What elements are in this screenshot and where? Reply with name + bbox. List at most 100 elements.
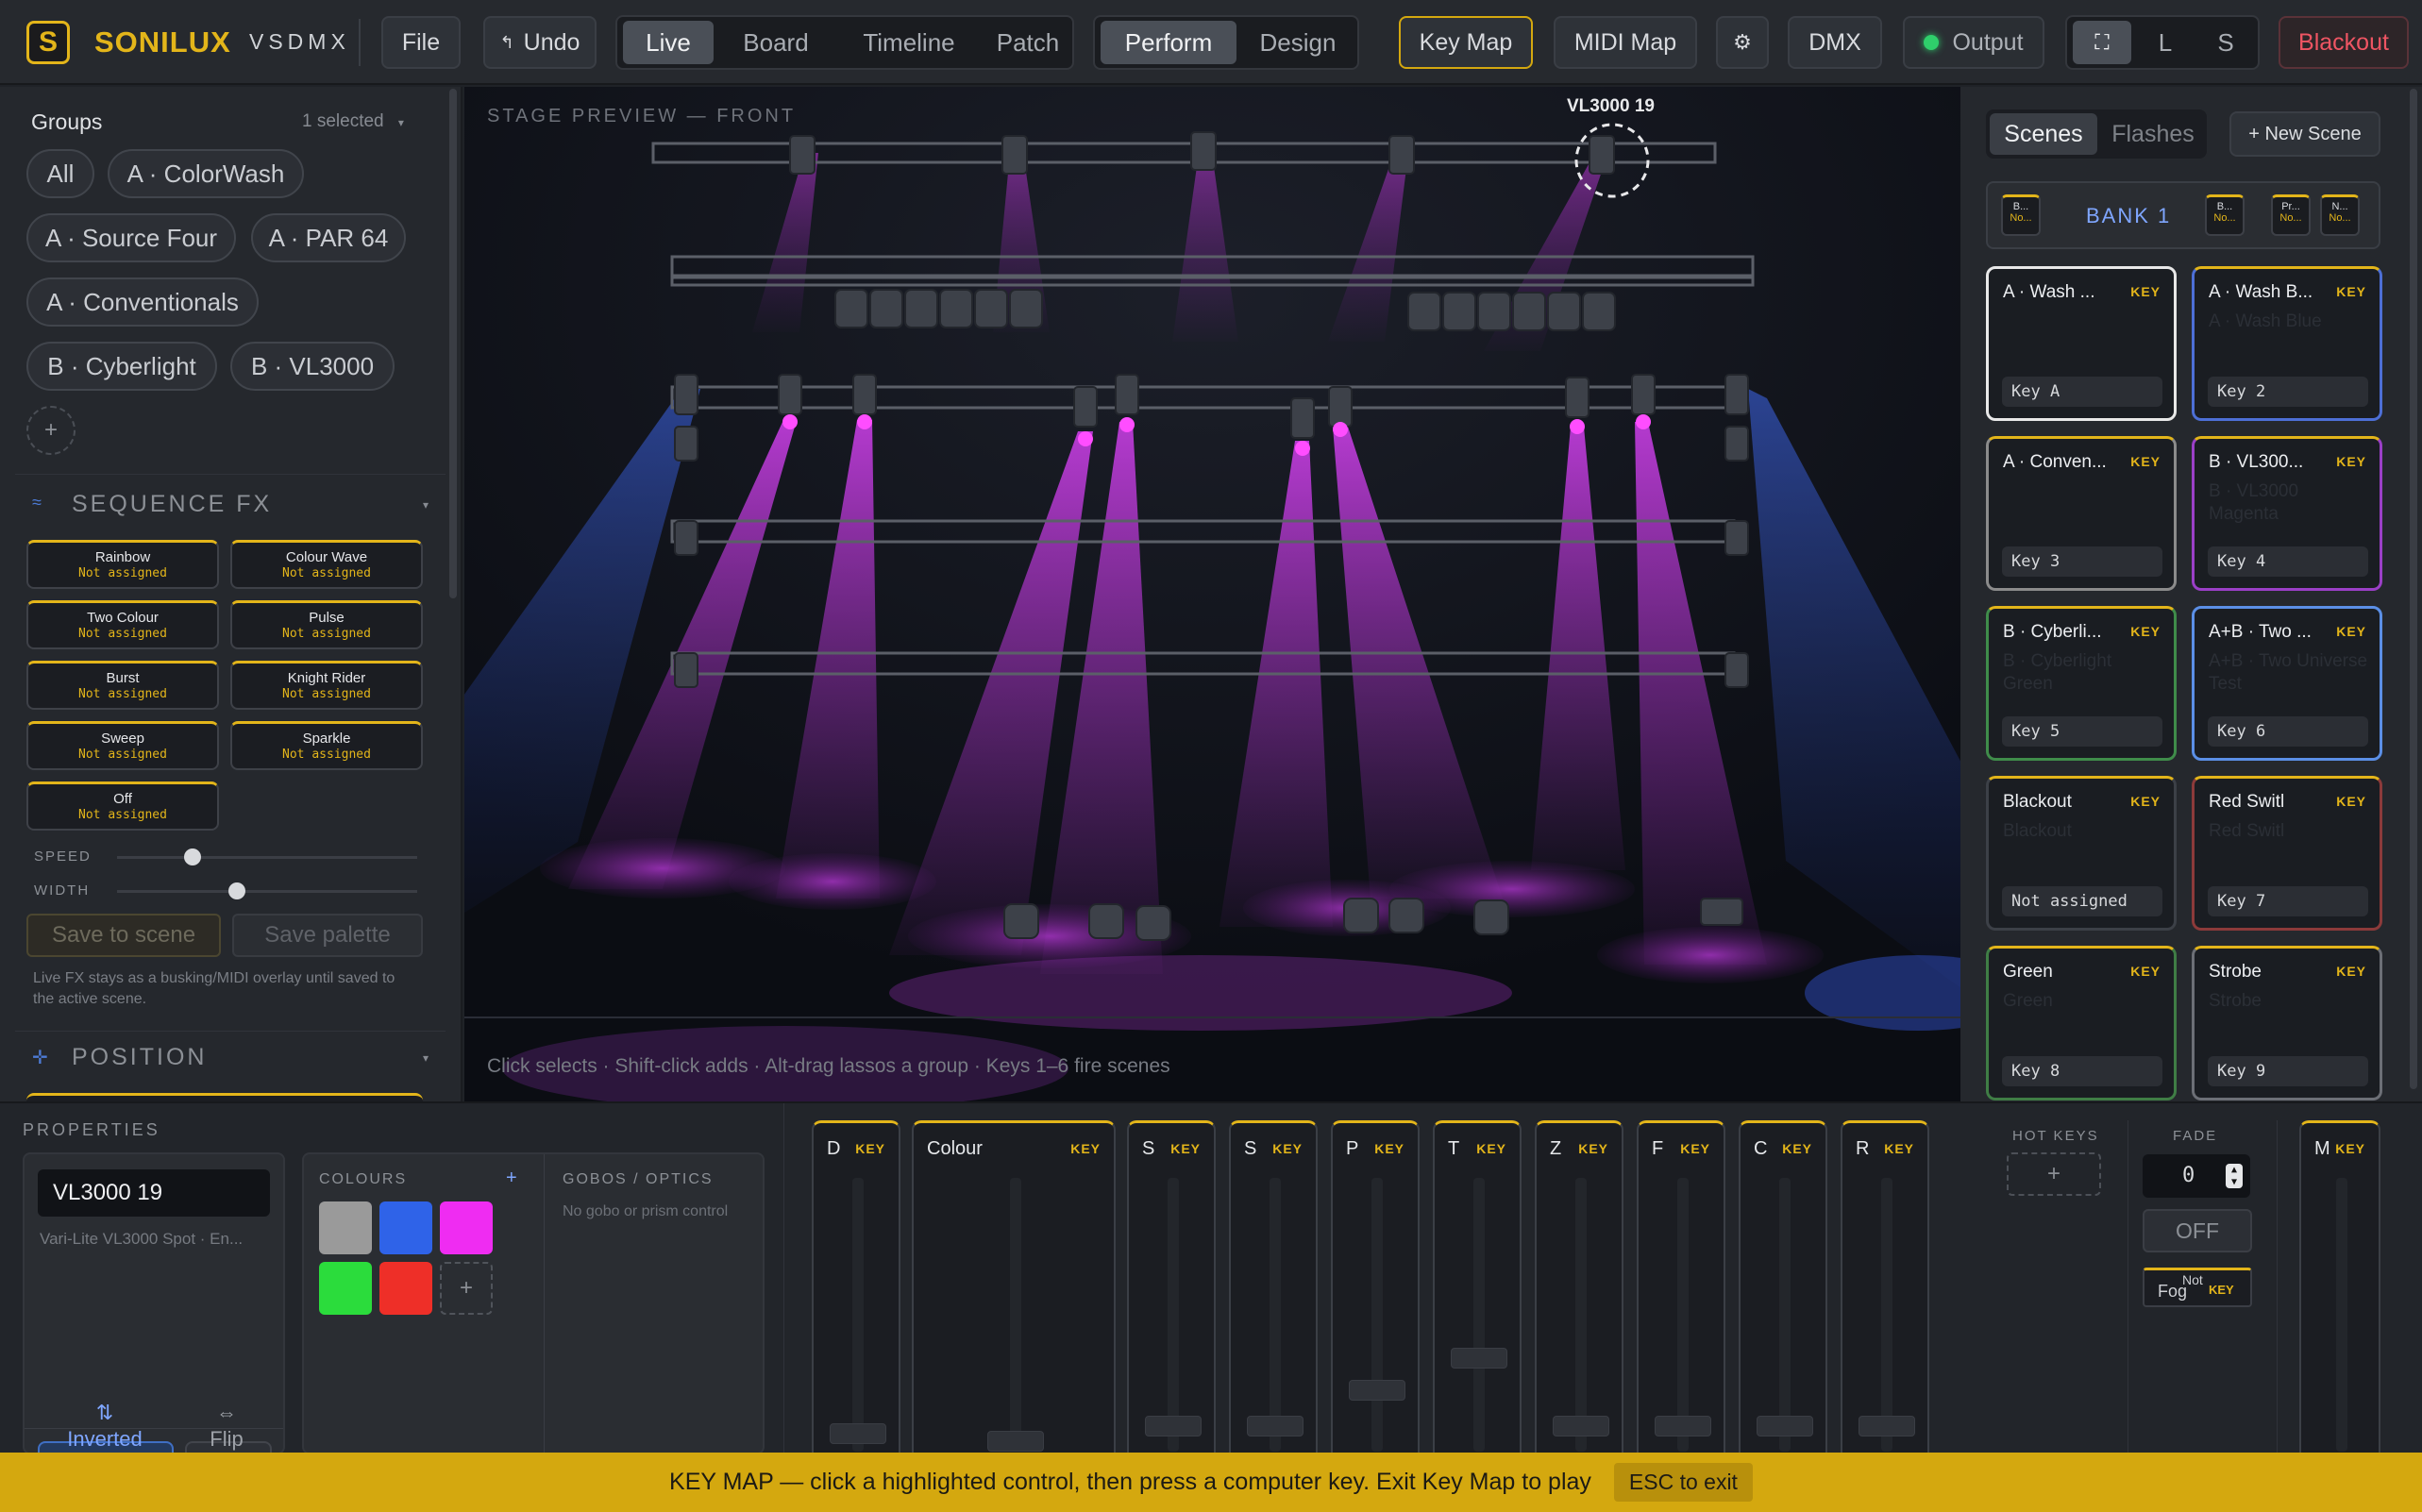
fader-thumb[interactable]	[1553, 1416, 1609, 1436]
fx-two-colour[interactable]: Two Colour Not assigned	[26, 600, 219, 649]
tab-fullscreen[interactable]: ⛶	[2073, 21, 2131, 64]
scene-key-binding[interactable]: Key 5	[2002, 716, 2162, 747]
fader-track[interactable]	[1473, 1178, 1485, 1452]
tab-large[interactable]: L	[2137, 21, 2194, 64]
new-scene-button[interactable]: + New Scene	[2229, 111, 2380, 157]
channel-fader[interactable]: P KEY	[1331, 1120, 1420, 1454]
add-hot-key-button[interactable]: +	[2007, 1152, 2101, 1196]
add-group-button[interactable]: +	[26, 406, 76, 455]
bank-mini-slot[interactable]: Pr... No...	[2271, 194, 2311, 236]
fx-off[interactable]: Off Not assigned	[26, 781, 219, 831]
scene-key-binding[interactable]: Key A	[2002, 377, 2162, 407]
add-colour-icon[interactable]: +	[506, 1168, 517, 1189]
bank-mini-slot[interactable]: B... No...	[2205, 194, 2245, 236]
scene-card[interactable]: Blackout KEY Blackout Not assigned	[1986, 776, 2177, 931]
channel-fader[interactable]: C KEY	[1739, 1120, 1827, 1454]
stage-canvas[interactable]	[464, 87, 1960, 1101]
esc-exit-button[interactable]: ESC to exit	[1613, 1463, 1753, 1502]
fader-track[interactable]	[1168, 1178, 1179, 1452]
groups-selected-count[interactable]: 1 selected ▾	[302, 111, 404, 132]
right-scrollbar[interactable]	[2410, 89, 2417, 1089]
scene-card[interactable]: A+B · Two ... KEY A+B · Two Universe Test K…	[2192, 606, 2382, 761]
speed-slider-thumb[interactable]	[184, 848, 201, 865]
scene-card[interactable]: A · Wash ... KEY Key A	[1986, 266, 2177, 421]
undo-button[interactable]: ↰ Undo	[483, 16, 597, 69]
fixture-name-field[interactable]: VL3000 19	[38, 1169, 270, 1217]
tab-live[interactable]: Live	[623, 21, 714, 64]
channel-fader[interactable]: Z KEY	[1535, 1120, 1623, 1454]
colour-swatch-green[interactable]	[319, 1262, 372, 1315]
colour-swatch-blue[interactable]	[379, 1201, 432, 1254]
scene-card[interactable]: Green KEY Green Key 8	[1986, 946, 2177, 1100]
channel-fader[interactable]: R KEY	[1841, 1120, 1929, 1454]
channel-fader[interactable]: T KEY	[1433, 1120, 1522, 1454]
save-to-scene-button[interactable]: Save to scene	[26, 914, 221, 957]
bank-mini-slot[interactable]: B... No...	[2001, 194, 2041, 236]
width-slider-thumb[interactable]	[228, 882, 245, 899]
fader-thumb[interactable]	[987, 1431, 1044, 1452]
colour-swatch-grey[interactable]	[319, 1201, 372, 1254]
sequence-fx-header[interactable]: ≈ SEQUENCE FX ▾	[32, 491, 429, 523]
fader-track[interactable]	[852, 1178, 864, 1452]
bank-title[interactable]: BANK 1	[2086, 204, 2171, 228]
fader-track[interactable]	[1779, 1178, 1791, 1452]
master-fader[interactable]: M KEY	[2299, 1120, 2380, 1454]
fx-rainbow[interactable]: Rainbow Not assigned	[26, 540, 219, 589]
settings-button[interactable]: ⚙	[1716, 16, 1769, 69]
group-a-par-64[interactable]: A · PAR 64	[251, 213, 406, 262]
save-palette-button[interactable]: Save palette	[232, 914, 423, 957]
colour-swatch-red[interactable]	[379, 1262, 432, 1315]
tab-timeline[interactable]: Timeline	[838, 21, 980, 64]
fader-thumb[interactable]	[1247, 1416, 1304, 1436]
fx-sparkle[interactable]: Sparkle Not assigned	[230, 721, 423, 770]
scene-key-binding[interactable]: Key 3	[2002, 546, 2162, 577]
scene-key-binding[interactable]: Key 8	[2002, 1056, 2162, 1086]
scene-key-binding[interactable]: Key 2	[2208, 377, 2368, 407]
file-button[interactable]: File	[381, 16, 461, 69]
scene-key-binding[interactable]: Not assigned	[2002, 886, 2162, 916]
tab-patch[interactable]: Patch	[987, 21, 1068, 64]
group-b-vl3000[interactable]: B · VL3000	[230, 342, 395, 391]
key-map-button[interactable]: Key Map	[1399, 16, 1533, 69]
group-a-colorwash[interactable]: A · ColorWash	[108, 149, 304, 198]
fader-thumb[interactable]	[1757, 1416, 1813, 1436]
fx-knight-rider[interactable]: Knight Rider Not assigned	[230, 661, 423, 710]
group-a-source-four[interactable]: A · Source Four	[26, 213, 236, 262]
scene-card[interactable]: A · Wash B... KEY A · Wash Blue Key 2	[2192, 266, 2382, 421]
fader-thumb[interactable]	[1145, 1416, 1202, 1436]
tab-perform[interactable]: Perform	[1101, 21, 1236, 64]
tab-board[interactable]: Board	[721, 21, 831, 64]
bank-mini-slot[interactable]: N... No...	[2320, 194, 2360, 236]
colour-swatch-magenta[interactable]	[440, 1201, 493, 1254]
channel-fader[interactable]: Colour KEY	[912, 1120, 1116, 1454]
fade-time-input[interactable]: 0 ▲ ▼	[2143, 1154, 2250, 1198]
blackout-button[interactable]: Blackout	[2279, 16, 2409, 69]
fader-thumb[interactable]	[1451, 1348, 1507, 1369]
fader-thumb[interactable]	[1859, 1416, 1915, 1436]
output-button[interactable]: Output	[1903, 16, 2044, 69]
channel-fader[interactable]: F KEY	[1637, 1120, 1725, 1454]
fader-thumb[interactable]	[1349, 1380, 1405, 1401]
fx-colour-wave[interactable]: Colour Wave Not assigned	[230, 540, 423, 589]
fader-track[interactable]	[1881, 1178, 1892, 1452]
fx-burst[interactable]: Burst Not assigned	[26, 661, 219, 710]
fader-track[interactable]	[1270, 1178, 1281, 1452]
tab-small[interactable]: S	[2197, 21, 2254, 64]
fader-track[interactable]	[1575, 1178, 1587, 1452]
fader-track[interactable]	[1371, 1178, 1383, 1452]
stage-preview[interactable]: STAGE PREVIEW — FRONT VL3000 19 Click se…	[464, 87, 1960, 1101]
fog-button[interactable]: Not Fog KEY	[2143, 1268, 2252, 1307]
scene-card[interactable]: B · VL300... KEY B · VL3000 Magenta Key 4	[2192, 436, 2382, 591]
scene-card[interactable]: Strobe KEY Strobe Key 9	[2192, 946, 2382, 1100]
scene-key-binding[interactable]: Key 6	[2208, 716, 2368, 747]
width-slider[interactable]	[117, 882, 417, 899]
fade-off-button[interactable]: OFF	[2143, 1209, 2252, 1252]
tab-scenes[interactable]: Scenes	[1990, 113, 2097, 155]
fader-thumb[interactable]	[830, 1423, 886, 1444]
scene-card[interactable]: B · Cyberli... KEY B · Cyberlight Green Key…	[1986, 606, 2177, 761]
position-header[interactable]: ✛ POSITION ▾	[32, 1044, 429, 1076]
master-fader-track[interactable]	[2336, 1178, 2347, 1452]
fader-thumb[interactable]	[1655, 1416, 1711, 1436]
fader-track[interactable]	[1677, 1178, 1689, 1452]
tab-flashes[interactable]: Flashes	[2103, 113, 2203, 155]
